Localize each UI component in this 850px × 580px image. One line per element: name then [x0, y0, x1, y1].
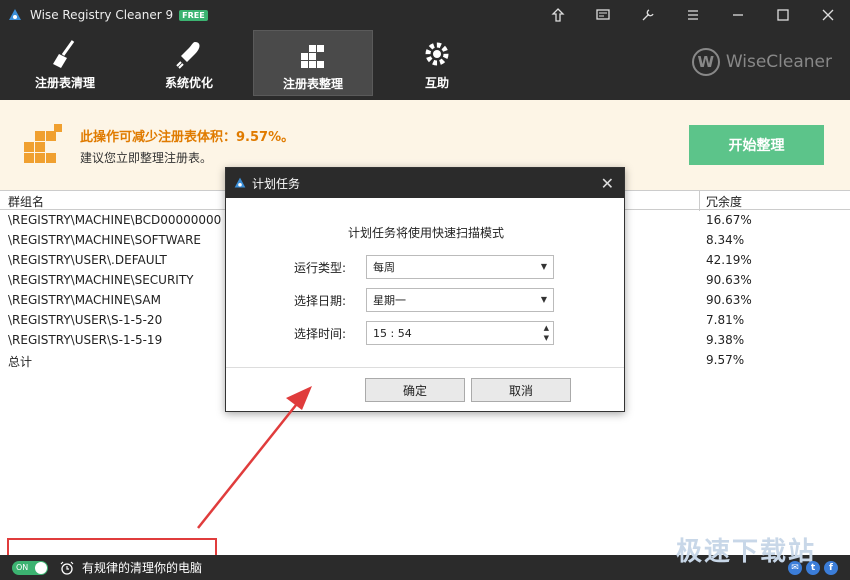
social-links: ✉ t f: [784, 561, 838, 575]
row-key: \REGISTRY\MACHINE\SAM: [8, 293, 161, 307]
dialog-divider: [226, 367, 624, 368]
time-spinner[interactable]: 15 : 54 ▲ ▼: [366, 321, 554, 345]
tab-label: 互助: [424, 76, 449, 90]
app-logo-icon: [9, 9, 21, 20]
row-pct: 7.81%: [706, 313, 745, 327]
row-pct: 9.57%: [706, 353, 745, 367]
main-toolbar: 注册表清理 系统优化 注册表整理 互助 W WiseCleaner: [0, 30, 850, 100]
row-pct: 8.34%: [706, 233, 745, 247]
broom-icon: [53, 40, 75, 68]
schedule-link[interactable]: 有规律的清理你的电脑: [82, 559, 202, 576]
date-label: 选择日期:: [294, 293, 347, 308]
tab-label: 注册表清理: [34, 76, 95, 90]
row-pct: 42.19%: [706, 253, 752, 267]
defrag-blocks-icon: [24, 124, 62, 163]
run-type-row: 运行类型:: [294, 255, 366, 279]
gear-icon: [425, 42, 449, 66]
tab-label: 注册表整理: [282, 77, 343, 91]
feedback-icon[interactable]: [580, 0, 625, 30]
app-logo-icon: [234, 177, 246, 188]
row-pct: 90.63%: [706, 293, 752, 307]
banner-subtitle: 建议您立即整理注册表。: [80, 151, 213, 165]
wisecleaner-logo: W WiseCleaner: [691, 48, 832, 76]
rocket-icon: [176, 42, 200, 69]
blocks-icon: [301, 45, 324, 68]
time-row: 选择时间:: [294, 321, 366, 345]
date-value: 星期一: [373, 294, 406, 307]
tab-registry-defrag[interactable]: 注册表整理: [253, 30, 373, 96]
run-type-value: 每周: [373, 261, 395, 274]
row-key: \REGISTRY\USER\S-1-5-20: [8, 313, 163, 327]
maximize-icon[interactable]: [760, 0, 805, 30]
chevron-down-icon: ▼: [540, 295, 547, 304]
toggle-knob: [35, 561, 47, 574]
cancel-button[interactable]: 取消: [471, 378, 571, 402]
column-header-redundancy[interactable]: 冗余度: [706, 193, 742, 210]
dialog-title-bar: 计划任务 ✕: [226, 168, 624, 198]
tools-icon[interactable]: [625, 0, 670, 30]
tab-help[interactable]: 互助: [377, 30, 497, 96]
row-key: \REGISTRY\USER\.DEFAULT: [8, 253, 167, 267]
ok-button[interactable]: 确定: [365, 378, 465, 402]
brand-name: WiseCleaner: [725, 52, 832, 72]
dialog-close-icon[interactable]: ✕: [601, 174, 614, 193]
brand-logo-icon: W: [691, 48, 720, 76]
toggle-label: ON: [16, 562, 29, 572]
schedule-toggle[interactable]: ON: [12, 560, 48, 575]
start-defrag-button[interactable]: 开始整理: [689, 125, 824, 165]
row-key: \REGISTRY\MACHINE\BCD00000000: [8, 213, 222, 227]
run-type-select[interactable]: 每周 ▼: [366, 255, 554, 279]
banner-title: 此操作可减少注册表体积：9.57%。: [80, 130, 295, 145]
row-key: \REGISTRY\MACHINE\SOFTWARE: [8, 233, 202, 247]
minimize-icon[interactable]: [715, 0, 760, 30]
schedule-dialog: 计划任务 ✕ 计划任务将使用快速扫描模式 运行类型: 每周 ▼ 选择日期: 星期…: [225, 167, 625, 412]
app-title: Wise Registry Cleaner 9: [30, 8, 174, 22]
row-key: \REGISTRY\MACHINE\SECURITY: [8, 273, 194, 287]
row-key: 总计: [8, 355, 33, 369]
annotation-arrow-line: [197, 399, 301, 529]
facebook-icon[interactable]: f: [824, 561, 838, 575]
date-select[interactable]: 星期一 ▼: [366, 288, 554, 312]
row-pct: 9.38%: [706, 333, 745, 347]
time-value: 15 : 54: [373, 326, 412, 340]
tab-label: 系统优化: [164, 76, 213, 90]
free-badge: FREE: [179, 9, 208, 21]
date-row: 选择日期:: [294, 288, 366, 312]
chevron-down-icon: ▼: [540, 262, 547, 271]
tab-system-optimize[interactable]: 系统优化: [129, 30, 249, 96]
email-icon[interactable]: ✉: [788, 561, 802, 575]
column-divider[interactable]: [699, 191, 700, 211]
column-header-group[interactable]: 群组名: [8, 193, 44, 210]
title-bar: Wise Registry Cleaner 9 FREE: [0, 0, 850, 30]
row-pct: 16.67%: [706, 213, 752, 227]
alarm-clock-icon[interactable]: [60, 561, 74, 575]
close-icon[interactable]: [805, 0, 850, 30]
upgrade-icon[interactable]: [535, 0, 580, 30]
dialog-title: 计划任务: [252, 176, 301, 191]
time-label: 选择时间:: [294, 326, 347, 341]
row-pct: 90.63%: [706, 273, 752, 287]
dialog-message: 计划任务将使用快速扫描模式: [347, 226, 504, 240]
row-key: \REGISTRY\USER\S-1-5-19: [8, 333, 163, 347]
twitter-icon[interactable]: t: [806, 561, 820, 575]
run-type-label: 运行类型:: [294, 260, 347, 275]
menu-icon[interactable]: [670, 0, 715, 30]
tab-registry-clean[interactable]: 注册表清理: [5, 30, 125, 96]
spinner-arrows-icon[interactable]: ▲ ▼: [544, 323, 549, 343]
